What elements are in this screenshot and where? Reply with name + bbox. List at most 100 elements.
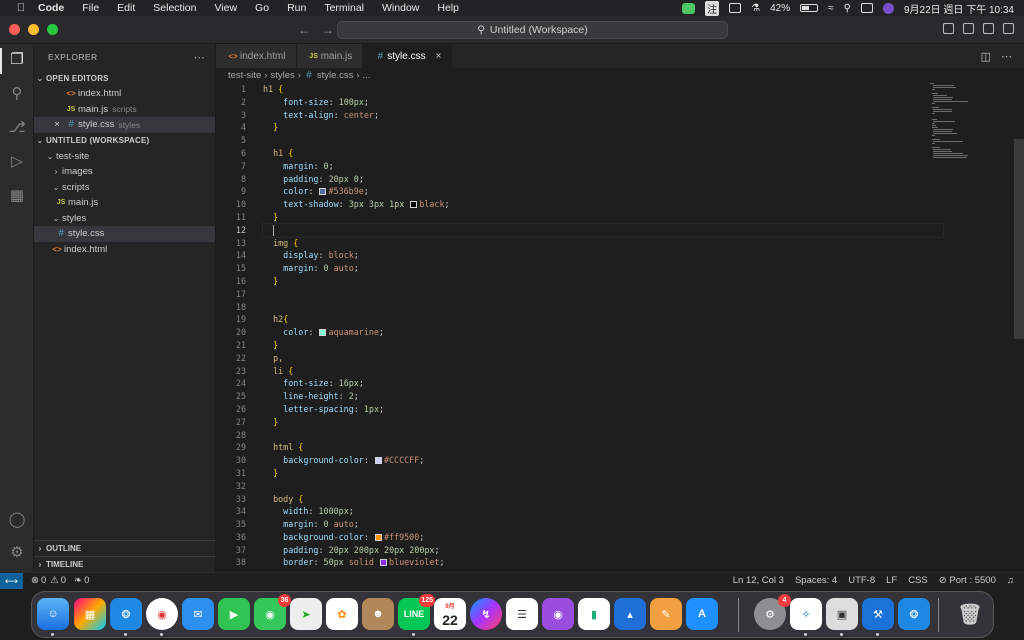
vscode-icon[interactable]: ✧ bbox=[790, 598, 822, 630]
more-actions-icon[interactable]: ⋯ bbox=[1001, 50, 1012, 63]
code-line[interactable]: } bbox=[263, 467, 943, 480]
code-line[interactable]: color: aquamarine; bbox=[263, 326, 943, 339]
open-editor-main-js[interactable]: JS main.js scripts bbox=[34, 102, 215, 118]
code-line[interactable]: margin: 0 auto; bbox=[263, 518, 943, 531]
wifi-icon[interactable]: ≈ bbox=[828, 3, 834, 14]
open-editor-style-css[interactable]: × # style.css styles bbox=[34, 117, 215, 133]
code-line[interactable]: } bbox=[263, 416, 943, 429]
bluetooth-icon[interactable]: ⚗ bbox=[751, 3, 760, 14]
explorer-files-icon[interactable]: ❐ bbox=[7, 50, 27, 70]
source-control-icon[interactable]: ⎇ bbox=[7, 118, 27, 138]
code-line[interactable] bbox=[263, 480, 943, 493]
open-editor-index-html[interactable]: <> index.html bbox=[34, 86, 215, 102]
split-view-icon[interactable] bbox=[729, 3, 742, 13]
menu-window[interactable]: Window bbox=[382, 2, 419, 14]
code-line[interactable]: display: block; bbox=[263, 249, 943, 262]
code-line[interactable]: border: 50px solid blueviolet; bbox=[263, 556, 943, 569]
contacts-icon[interactable]: ☻ bbox=[362, 598, 394, 630]
folder-scripts[interactable]: ⌄ scripts bbox=[34, 180, 215, 196]
battery-icon[interactable] bbox=[800, 4, 819, 12]
code-line[interactable]: width: 1000px; bbox=[263, 505, 943, 518]
numbers-icon[interactable]: ▮ bbox=[578, 598, 610, 630]
zoom-window-button[interactable] bbox=[47, 24, 58, 35]
breadcrumb-folder[interactable]: test-site bbox=[228, 70, 261, 81]
toggle-primary-sidebar-icon[interactable] bbox=[943, 23, 954, 34]
encoding[interactable]: UTF-8 bbox=[848, 575, 875, 586]
code-line[interactable]: color: #536b9e; bbox=[263, 185, 943, 198]
spotlight-icon[interactable]: ⚲ bbox=[844, 3, 851, 14]
color-swatch[interactable] bbox=[380, 559, 388, 567]
color-swatch[interactable] bbox=[374, 457, 382, 465]
control-center-icon[interactable] bbox=[860, 3, 873, 13]
end-of-line[interactable]: LF bbox=[886, 575, 897, 586]
menu-app-name[interactable]: Code bbox=[38, 2, 64, 14]
code-line[interactable]: p, bbox=[263, 352, 943, 365]
safari-window-icon[interactable]: ❂ bbox=[898, 598, 930, 630]
finder-icon[interactable]: ☺ bbox=[37, 598, 69, 630]
menu-go[interactable]: Go bbox=[255, 2, 269, 14]
breadcrumb-file[interactable]: style.css bbox=[317, 70, 353, 81]
tab-main-js[interactable]: JS main.js bbox=[296, 44, 364, 68]
code-line[interactable]: line-height: 2; bbox=[263, 390, 943, 403]
calendar-icon[interactable]: 9月 22 bbox=[434, 598, 466, 630]
xcode-icon[interactable]: ⚒ bbox=[862, 598, 894, 630]
tab-style-css[interactable]: # style.css × bbox=[363, 44, 453, 68]
menu-run[interactable]: Run bbox=[287, 2, 306, 14]
menu-edit[interactable]: Edit bbox=[117, 2, 135, 14]
code-line[interactable]: text-align: center; bbox=[263, 109, 943, 122]
code-line[interactable]: letter-spacing: 1px; bbox=[263, 403, 943, 416]
minimap[interactable] bbox=[930, 83, 1010, 183]
outline-section[interactable]: › OUTLINE bbox=[34, 540, 216, 556]
launchpad-icon[interactable]: ▦ bbox=[74, 598, 106, 630]
run-debug-icon[interactable]: ▷ bbox=[7, 152, 27, 172]
close-editor-icon[interactable]: × bbox=[50, 119, 64, 130]
split-editor-icon[interactable]: ◫ bbox=[981, 50, 991, 63]
system-settings-icon[interactable]: ⚙ 4 bbox=[754, 594, 791, 630]
back-arrow-icon[interactable]: ← bbox=[298, 23, 310, 37]
code-line[interactable]: } bbox=[263, 121, 943, 134]
more-actions-icon[interactable]: ⋯ bbox=[194, 51, 205, 64]
color-swatch[interactable] bbox=[319, 188, 327, 196]
chrome-icon[interactable]: ◉ bbox=[146, 598, 178, 630]
breadcrumb-symbol[interactable]: ... bbox=[363, 70, 371, 81]
code-line[interactable]: margin: 0 auto; bbox=[263, 262, 943, 275]
code-line[interactable]: background-color: #ff9500; bbox=[263, 531, 943, 544]
siri-icon[interactable] bbox=[882, 2, 894, 14]
file-index-html[interactable]: <> index.html bbox=[34, 242, 215, 258]
workspace-section[interactable]: ⌄ UNTITLED (WORKSPACE) bbox=[34, 133, 215, 149]
code-line[interactable] bbox=[263, 429, 943, 442]
menu-help[interactable]: Help bbox=[437, 2, 459, 14]
vertical-scrollbar[interactable] bbox=[1014, 83, 1024, 572]
mail-icon[interactable]: ✉ bbox=[182, 598, 214, 630]
messenger-icon[interactable]: ↯ bbox=[470, 598, 502, 630]
notifications-bell-icon[interactable]: ♫ bbox=[1007, 575, 1014, 586]
notes-icon[interactable]: ☰ bbox=[506, 598, 538, 630]
folder-images[interactable]: › images bbox=[34, 164, 215, 180]
line-status-icon[interactable] bbox=[682, 2, 696, 14]
pages-icon[interactable]: ✎ bbox=[650, 598, 682, 630]
code-line[interactable] bbox=[263, 301, 943, 314]
code-line[interactable]: } bbox=[263, 275, 943, 288]
errors-icon[interactable]: ⊗ bbox=[31, 575, 39, 586]
cursor-position[interactable]: Ln 12, Col 3 bbox=[733, 575, 784, 586]
ports-icon[interactable]: ❧ bbox=[74, 575, 82, 586]
code-line[interactable]: text-shadow: 3px 3px 1px black; bbox=[263, 198, 943, 211]
safari-icon[interactable]: ❂ bbox=[110, 598, 142, 630]
code-line[interactable]: } bbox=[263, 211, 943, 224]
ports-count[interactable]: 0 bbox=[84, 575, 89, 586]
messages-icon[interactable]: ◉ 36 bbox=[254, 594, 291, 630]
podcasts-icon[interactable]: ◉ bbox=[542, 598, 574, 630]
color-swatch[interactable] bbox=[319, 329, 327, 337]
code-line[interactable]: h2{ bbox=[263, 313, 943, 326]
file-main-js[interactable]: JS main.js bbox=[34, 195, 215, 211]
menu-terminal[interactable]: Terminal bbox=[324, 2, 364, 14]
photos-icon[interactable]: ✿ bbox=[326, 598, 358, 630]
accounts-icon[interactable]: ◯ bbox=[7, 510, 27, 530]
input-method-indicator[interactable]: 注 bbox=[705, 0, 720, 16]
color-swatch[interactable] bbox=[410, 201, 418, 209]
code-line[interactable]: body { bbox=[263, 493, 943, 506]
extensions-icon[interactable]: ▦ bbox=[7, 186, 27, 206]
color-swatch[interactable] bbox=[374, 533, 382, 541]
code-line[interactable]: padding: 20px 200px 20px 200px; bbox=[263, 544, 943, 557]
code-line[interactable]: background-color: #CCCCFF; bbox=[263, 454, 943, 467]
